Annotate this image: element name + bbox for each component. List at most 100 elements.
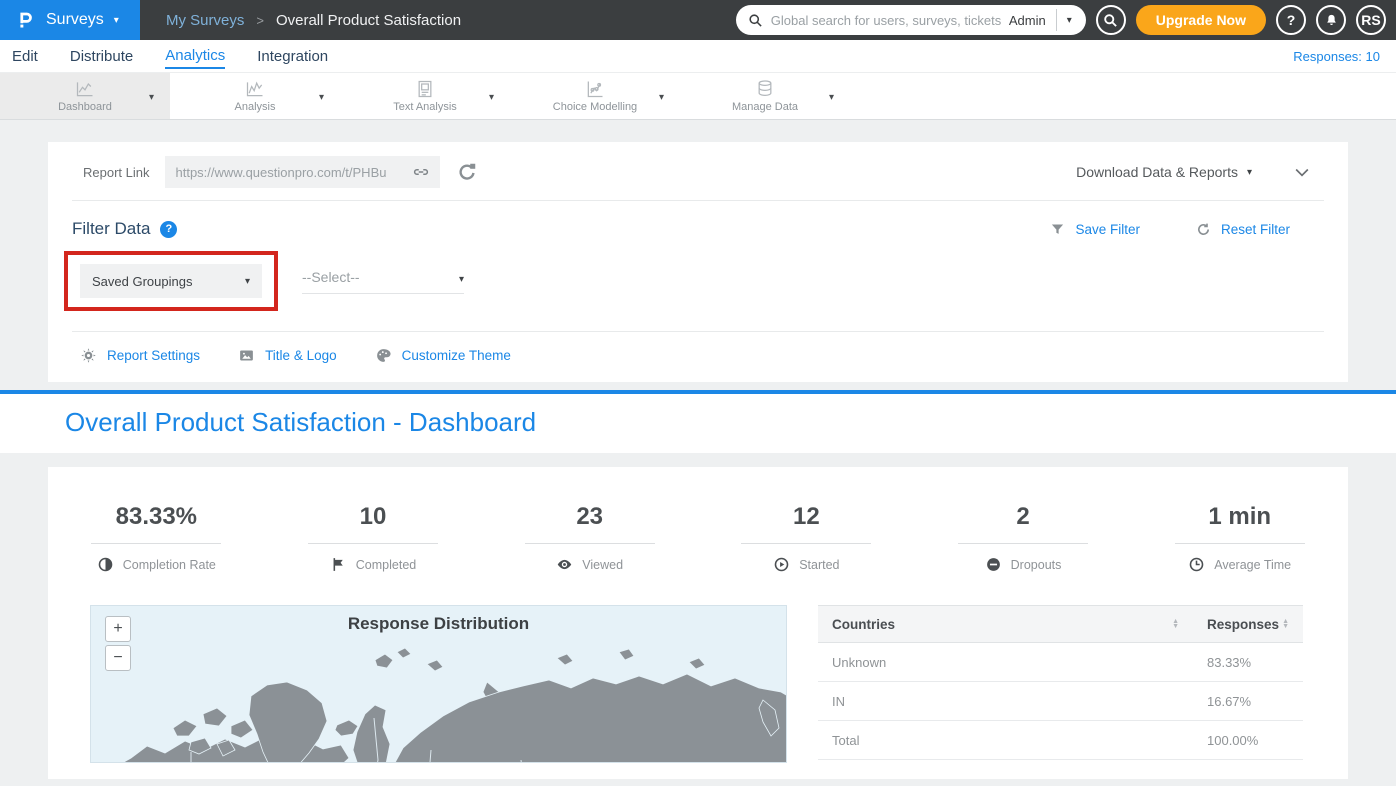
toolbar-analysis[interactable]: Analysis bbox=[170, 73, 340, 119]
country-cell: IN bbox=[818, 682, 1193, 721]
table-row: IN 16.67% bbox=[818, 682, 1303, 721]
product-menu[interactable]: Surveys bbox=[0, 0, 140, 40]
clock-icon bbox=[1188, 556, 1205, 573]
global-search-input[interactable] bbox=[763, 13, 1009, 28]
stat-started: 12 Started bbox=[698, 503, 915, 573]
toolbar-analysis-item[interactable]: Analysis bbox=[235, 79, 276, 113]
map-zoom-controls: + − bbox=[105, 616, 131, 671]
breadcrumb-current-survey: Overall Product Satisfaction bbox=[276, 12, 461, 29]
tab-distribute[interactable]: Distribute bbox=[70, 44, 133, 68]
collapse-panel-chevron-icon[interactable] bbox=[1292, 162, 1312, 182]
column-header-countries[interactable]: Countries bbox=[818, 606, 1193, 643]
reset-arrow-icon bbox=[1196, 222, 1211, 237]
search-scope-caret-icon[interactable] bbox=[1057, 15, 1082, 26]
responses-cell: 100.00% bbox=[1193, 721, 1303, 760]
user-avatar[interactable]: RS bbox=[1356, 5, 1386, 35]
report-link-field bbox=[165, 156, 440, 188]
stat-dropouts: 2 Dropouts bbox=[915, 503, 1132, 573]
stat-viewed: 23 Viewed bbox=[481, 503, 698, 573]
filter-help-icon[interactable]: ? bbox=[160, 221, 177, 238]
download-data-reports-menu[interactable]: Download Data & Reports bbox=[1076, 164, 1238, 180]
toolbar-choice-modelling-caret-icon[interactable] bbox=[659, 92, 664, 103]
filter-controls-row: Saved Groupings --Select-- bbox=[48, 243, 1348, 331]
tab-analytics[interactable]: Analytics bbox=[165, 43, 225, 69]
play-circle-icon bbox=[773, 556, 790, 573]
download-caret-icon[interactable] bbox=[1247, 167, 1252, 178]
toolbar-text-analysis[interactable]: Text Analysis bbox=[340, 73, 510, 119]
tab-edit[interactable]: Edit bbox=[12, 44, 38, 68]
page-title: Overall Product Satisfaction - Dashboard bbox=[65, 407, 1396, 438]
toolbar-text-analysis-caret-icon[interactable] bbox=[489, 92, 494, 103]
toolbar-dashboard[interactable]: Dashboard bbox=[0, 73, 170, 119]
filter-value-caret-icon bbox=[459, 274, 464, 285]
half-circle-icon bbox=[97, 556, 114, 573]
response-distribution-map[interactable]: + − Response Distribution bbox=[90, 605, 787, 763]
stat-divider bbox=[525, 543, 655, 544]
toolbar-manage-data-caret-icon[interactable] bbox=[829, 92, 834, 103]
stats-row: 83.33% Completion Rate 10 Completed 23 bbox=[48, 467, 1348, 573]
reset-filter-button[interactable]: Reset Filter bbox=[1196, 222, 1290, 237]
toolbar-dashboard-item[interactable]: Dashboard bbox=[58, 79, 112, 113]
sort-icon[interactable] bbox=[1282, 619, 1289, 629]
toolbar-dashboard-caret-icon[interactable] bbox=[149, 92, 154, 103]
filter-actions: Save Filter Reset Filter bbox=[1050, 222, 1290, 237]
palette-icon bbox=[375, 347, 392, 364]
annotation-highlight-box: Saved Groupings bbox=[64, 251, 278, 311]
report-link-input[interactable] bbox=[175, 165, 412, 180]
map-zoom-out-button[interactable]: − bbox=[105, 645, 131, 671]
sort-icon[interactable] bbox=[1172, 619, 1179, 629]
link-icon[interactable] bbox=[412, 163, 430, 181]
help-button[interactable]: ? bbox=[1276, 5, 1306, 35]
report-settings-row: Report Settings Title & Logo Customize T… bbox=[48, 332, 1348, 382]
dashboard-main-panel: 83.33% Completion Rate 10 Completed 23 bbox=[48, 467, 1348, 779]
app-screen: Surveys My Surveys > Overall Product Sat… bbox=[0, 0, 1396, 786]
top-bar: Surveys My Surveys > Overall Product Sat… bbox=[0, 0, 1396, 40]
search-icon bbox=[748, 13, 763, 28]
image-icon bbox=[238, 347, 255, 364]
stat-divider bbox=[958, 543, 1088, 544]
search-submit-button[interactable] bbox=[1096, 5, 1126, 35]
report-settings-link[interactable]: Report Settings bbox=[80, 347, 200, 364]
bottom-row: + − Response Distribution bbox=[48, 573, 1348, 763]
title-logo-link[interactable]: Title & Logo bbox=[238, 347, 337, 364]
eye-icon bbox=[556, 556, 573, 573]
minus-circle-icon bbox=[985, 556, 1002, 573]
column-header-responses[interactable]: Responses bbox=[1193, 606, 1303, 643]
filter-value-select[interactable]: --Select-- bbox=[302, 269, 464, 294]
notifications-button[interactable] bbox=[1316, 5, 1346, 35]
funnel-icon bbox=[1050, 222, 1065, 237]
countries-table-panel: Countries Responses Unknown 83.33% bbox=[818, 605, 1303, 763]
gear-icon bbox=[80, 347, 97, 364]
tab-integration[interactable]: Integration bbox=[257, 44, 328, 68]
database-icon bbox=[754, 79, 776, 99]
report-right-actions: Download Data & Reports bbox=[1076, 162, 1324, 182]
line-chart-icon bbox=[74, 79, 96, 99]
toolbar-analysis-caret-icon[interactable] bbox=[319, 92, 324, 103]
saved-groupings-caret-icon bbox=[245, 276, 250, 287]
map-title: Response Distribution bbox=[91, 614, 786, 634]
responses-cell: 16.67% bbox=[1193, 682, 1303, 721]
toolbar-choice-modelling-item[interactable]: Choice Modelling bbox=[553, 79, 637, 113]
map-zoom-in-button[interactable]: + bbox=[105, 616, 131, 642]
stat-completion-rate: 83.33% Completion Rate bbox=[48, 503, 265, 573]
survey-nav-tabs: Edit Distribute Analytics Integration Re… bbox=[0, 40, 1396, 72]
save-filter-button[interactable]: Save Filter bbox=[1050, 222, 1140, 237]
text-document-icon bbox=[414, 79, 436, 99]
breadcrumb-my-surveys[interactable]: My Surveys bbox=[166, 12, 244, 29]
toolbar-manage-data-item[interactable]: Manage Data bbox=[732, 79, 798, 113]
report-link-label: Report Link bbox=[83, 165, 149, 180]
toolbar-manage-data[interactable]: Manage Data bbox=[680, 73, 850, 119]
regenerate-link-icon[interactable] bbox=[456, 161, 478, 183]
toolbar-choice-modelling[interactable]: Choice Modelling bbox=[510, 73, 680, 119]
upgrade-now-button[interactable]: Upgrade Now bbox=[1136, 5, 1266, 35]
toolbar-text-analysis-item[interactable]: Text Analysis bbox=[393, 79, 457, 113]
country-cell: Total bbox=[818, 721, 1193, 760]
countries-table-header: Countries Responses bbox=[818, 606, 1303, 643]
customize-theme-link[interactable]: Customize Theme bbox=[375, 347, 511, 364]
saved-groupings-select[interactable]: Saved Groupings bbox=[80, 264, 262, 298]
responses-count: Responses: 10 bbox=[1293, 49, 1384, 64]
search-icon bbox=[1103, 13, 1118, 28]
questionpro-logo-icon bbox=[14, 9, 36, 31]
stat-divider bbox=[308, 543, 438, 544]
country-cell: Unknown bbox=[818, 643, 1193, 682]
